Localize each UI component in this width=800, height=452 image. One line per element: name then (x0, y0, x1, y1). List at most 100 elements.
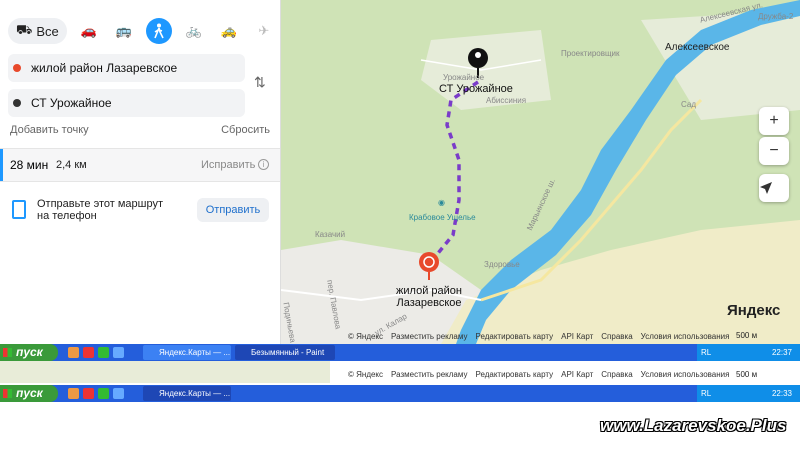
map-scale: 500 м (736, 370, 758, 379)
map-footer-2: © Яндекс Разместить рекламу Редактироват… (348, 370, 729, 379)
quick-launch (68, 347, 124, 358)
api-link[interactable]: API Карт (561, 332, 593, 341)
terms-link[interactable]: Условия использования (641, 332, 730, 341)
fix-route-link[interactable]: Исправить (201, 159, 255, 171)
copyright-link[interactable]: © Яндекс (348, 370, 383, 379)
taskbar: пуск Яндекс.Карты — ... RL 22:33 (0, 385, 800, 402)
bicycle-icon: 🚲 (185, 23, 202, 38)
zoom-in-button[interactable]: + (759, 107, 789, 135)
windows-flag-icon (3, 348, 12, 357)
map-scale: 500 м (736, 331, 758, 340)
geolocation-button[interactable] (759, 174, 789, 202)
route-distance: 2,4 км (56, 159, 87, 171)
language-indicator[interactable]: RL (701, 344, 711, 361)
start-button[interactable]: пуск (0, 385, 58, 402)
send-to-phone: Отправьте этот маршрут на телефон Отправ… (10, 198, 270, 228)
route-to-field[interactable]: СТ Урожайное (8, 89, 245, 117)
send-to-phone-text: Отправьте этот маршрут на телефон (37, 198, 164, 222)
end-dot-icon (13, 99, 21, 107)
quick-launch (68, 388, 124, 399)
car-mode-button[interactable]: 🚗 (76, 18, 102, 44)
transport-icon: ⛟ (16, 22, 33, 37)
map-strip: © Яндекс Разместить рекламу Редактироват… (0, 361, 800, 383)
yandex-icon[interactable] (83, 388, 94, 399)
language-indicator[interactable]: RL (701, 385, 711, 402)
car-icon: 🚗 (80, 23, 97, 38)
swap-icon[interactable]: ⇅ (254, 74, 266, 91)
clock: 22:37 (771, 348, 792, 357)
map-label: Казачий (315, 230, 346, 239)
map-strip-background (0, 361, 330, 383)
browser-icon[interactable] (68, 347, 79, 358)
destination-label[interactable]: СТ Урожайное (439, 83, 513, 95)
api-link[interactable]: API Карт (561, 370, 593, 379)
route-to-text: СТ Урожайное (31, 96, 112, 110)
taskbar-paint-window[interactable]: Безымянный - Paint (235, 345, 335, 360)
route-time: 28 мин (10, 158, 49, 172)
crab-gorge-label[interactable]: Крабовое Ущелье (409, 213, 476, 222)
mode-all-label: Все (36, 23, 59, 39)
start-label: пуск (16, 345, 43, 359)
advertise-link[interactable]: Разместить рекламу (391, 370, 467, 379)
info-icon[interactable]: i (258, 159, 269, 170)
app-icon[interactable] (113, 388, 124, 399)
transport-modes: ⛟ Все 🚗 🚌 🚲 🚕 ✈ (8, 18, 277, 44)
bus-icon: 🚌 (115, 23, 132, 38)
map-footer: © Яндекс Разместить рекламу Редактироват… (348, 332, 729, 341)
map-label: Сад (681, 100, 696, 109)
app-icon[interactable] (113, 347, 124, 358)
poi-icon: ◉ (438, 198, 445, 207)
taskbar-yandex-window[interactable]: Яндекс.Карты — ... (143, 386, 231, 401)
bike-mode-button[interactable]: 🚲 (181, 18, 207, 44)
terms-link[interactable]: Условия использования (641, 370, 730, 379)
system-tray: RL 22:33 (697, 385, 800, 402)
start-dot-icon (13, 64, 21, 72)
map-label: Здоровье (484, 260, 520, 269)
yandex-logo: Яндекс (727, 302, 781, 319)
origin-label[interactable]: жилой район Лазаревское (394, 285, 464, 309)
plane-mode-button[interactable]: ✈ (251, 18, 277, 44)
map-view[interactable]: Урожайное Абиссиния Проектировщик Алексе… (281, 0, 800, 344)
browser-icon[interactable] (68, 388, 79, 399)
route-from-text: жилой район Лазаревское (31, 61, 178, 75)
reset-link[interactable]: Сбросить (221, 124, 270, 136)
map-label: Урожайное (443, 73, 485, 82)
taskbar-yandex-window[interactable]: Яндекс.Карты — ... (143, 345, 231, 360)
send-button[interactable]: Отправить (197, 198, 269, 222)
taxi-mode-button[interactable]: 🚕 (216, 18, 242, 44)
clock: 22:33 (771, 389, 792, 398)
route-selected-bar (0, 149, 3, 181)
bus-mode-button[interactable]: 🚌 (111, 18, 137, 44)
site-watermark: www.Lazarevskoe.Plus (600, 416, 787, 435)
map-label: Проектировщик (561, 49, 620, 58)
taxi-icon: 🚕 (220, 23, 237, 38)
locate-arrow-icon (760, 182, 772, 194)
start-button[interactable]: пуск (0, 344, 58, 361)
add-point-link[interactable]: Добавить точку (10, 124, 89, 136)
copyright-link[interactable]: © Яндекс (348, 332, 383, 341)
mode-all-button[interactable]: ⛟ Все (8, 18, 67, 44)
app-icon[interactable] (98, 347, 109, 358)
start-label: пуск (16, 386, 43, 400)
edit-map-link[interactable]: Редактировать карту (475, 370, 553, 379)
help-link[interactable]: Справка (601, 370, 632, 379)
plane-icon: ✈ (258, 23, 270, 38)
route-from-field[interactable]: жилой район Лазаревское (8, 54, 245, 82)
route-panel: ⛟ Все 🚗 🚌 🚲 🚕 ✈ жилой район Лазаревское … (0, 0, 281, 344)
route-summary[interactable]: 28 мин 2,4 км Исправить i (0, 148, 280, 182)
walk-mode-button[interactable] (145, 18, 172, 44)
phone-icon (12, 200, 26, 219)
map-label: Абиссиния (486, 96, 527, 105)
route-actions: Добавить точку Сбросить (10, 124, 270, 136)
app-icon[interactable] (98, 388, 109, 399)
edit-map-link[interactable]: Редактировать карту (475, 332, 553, 341)
taskbar: пуск Яндекс.Карты — ... Безымянный - Pai… (0, 344, 800, 361)
windows-flag-icon (3, 389, 12, 398)
map-label: Дружба-2 (758, 12, 794, 21)
yandex-icon[interactable] (83, 347, 94, 358)
zoom-out-button[interactable]: − (759, 137, 789, 165)
pedestrian-icon (154, 23, 164, 39)
system-tray: RL 22:37 (697, 344, 800, 361)
help-link[interactable]: Справка (601, 332, 632, 341)
advertise-link[interactable]: Разместить рекламу (391, 332, 467, 341)
